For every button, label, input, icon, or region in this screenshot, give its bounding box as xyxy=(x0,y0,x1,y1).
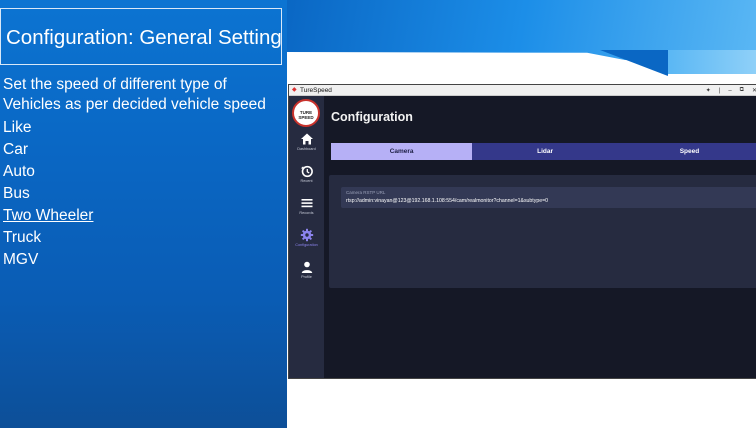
slide-left-panel: Configuration: General Setting Set the s… xyxy=(0,0,287,428)
slide-decoration-strip xyxy=(668,50,756,74)
sidebar-item-label: Recent xyxy=(300,179,313,183)
user-icon xyxy=(301,261,312,273)
gear-icon xyxy=(300,228,313,242)
list-item: Bus xyxy=(3,185,30,202)
list-item: Like xyxy=(3,119,32,136)
window-titlebar: ◆ TureSpeed ✦ | – ⧉ ✕ xyxy=(289,85,756,96)
tab-lidar[interactable]: Lidar xyxy=(472,143,618,160)
tab-speed[interactable]: Speed xyxy=(618,143,756,160)
app-window: ◆ TureSpeed ✦ | – ⧉ ✕ TURE SPEED Dashboa… xyxy=(288,84,756,379)
camera-url-label: Camera RSTP URL xyxy=(346,190,386,195)
sidebar-item-profile[interactable]: Profile xyxy=(289,258,324,288)
tab-camera[interactable]: Camera xyxy=(331,143,473,160)
slide-title: Configuration: General Setting xyxy=(6,26,282,49)
maximize-button[interactable]: ⧉ xyxy=(740,87,744,94)
camera-settings-card: Camera RSTP URL rtsp://admin:vinayan@123… xyxy=(329,175,756,288)
window-title: TureSpeed xyxy=(300,87,332,94)
sidebar-item-label: Records xyxy=(299,211,314,215)
close-button[interactable]: ✕ xyxy=(752,87,756,94)
list-item: Truck xyxy=(3,229,42,246)
minimize-button[interactable]: – xyxy=(728,88,731,94)
config-tabs: Camera Lidar Speed xyxy=(331,143,756,160)
page-title: Configuration xyxy=(331,110,413,124)
separator: | xyxy=(718,87,721,94)
sidebar-item-configuration[interactable]: Configuration xyxy=(289,226,324,256)
history-icon xyxy=(300,165,313,178)
sidebar-item-dashboard[interactable]: Dashboard xyxy=(289,130,324,160)
extension-icon[interactable]: ✦ xyxy=(706,87,711,94)
sidebar-item-label: Configuration xyxy=(295,243,318,247)
sidebar-item-recent[interactable]: Recent xyxy=(289,162,324,192)
sidebar: TURE SPEED Dashboard Recent Records Conf… xyxy=(289,96,324,378)
home-icon xyxy=(300,133,313,145)
vehicle-type-list: Like Car Auto Bus Two Wheeler Truck MGV xyxy=(3,117,93,271)
list-item: Car xyxy=(3,141,28,158)
camera-url-value[interactable]: rtsp://admin:vinayan@123@192.168.1.108:5… xyxy=(346,198,548,204)
window-controls: ✦ | – ⧉ ✕ xyxy=(706,85,756,96)
main-content: Configuration Camera Lidar Speed Camera … xyxy=(324,96,756,378)
sidebar-item-records[interactable]: Records xyxy=(289,194,324,224)
sidebar-item-label: Profile xyxy=(301,275,312,279)
slide-decoration-wedge xyxy=(600,50,670,76)
slide-description: Set the speed of different type of Vehic… xyxy=(3,76,266,113)
app-logo: TURE SPEED xyxy=(292,99,320,127)
sidebar-item-label: Dashboard xyxy=(297,147,316,151)
list-item: Auto xyxy=(3,163,35,180)
list-item: MGV xyxy=(3,251,39,268)
list-item-link[interactable]: Two Wheeler xyxy=(3,205,93,227)
camera-url-field[interactable]: Camera RSTP URL rtsp://admin:vinayan@123… xyxy=(341,187,756,208)
logo-text: TURE SPEED xyxy=(298,110,314,120)
app-icon: ◆ xyxy=(292,87,297,93)
list-icon xyxy=(301,199,312,208)
